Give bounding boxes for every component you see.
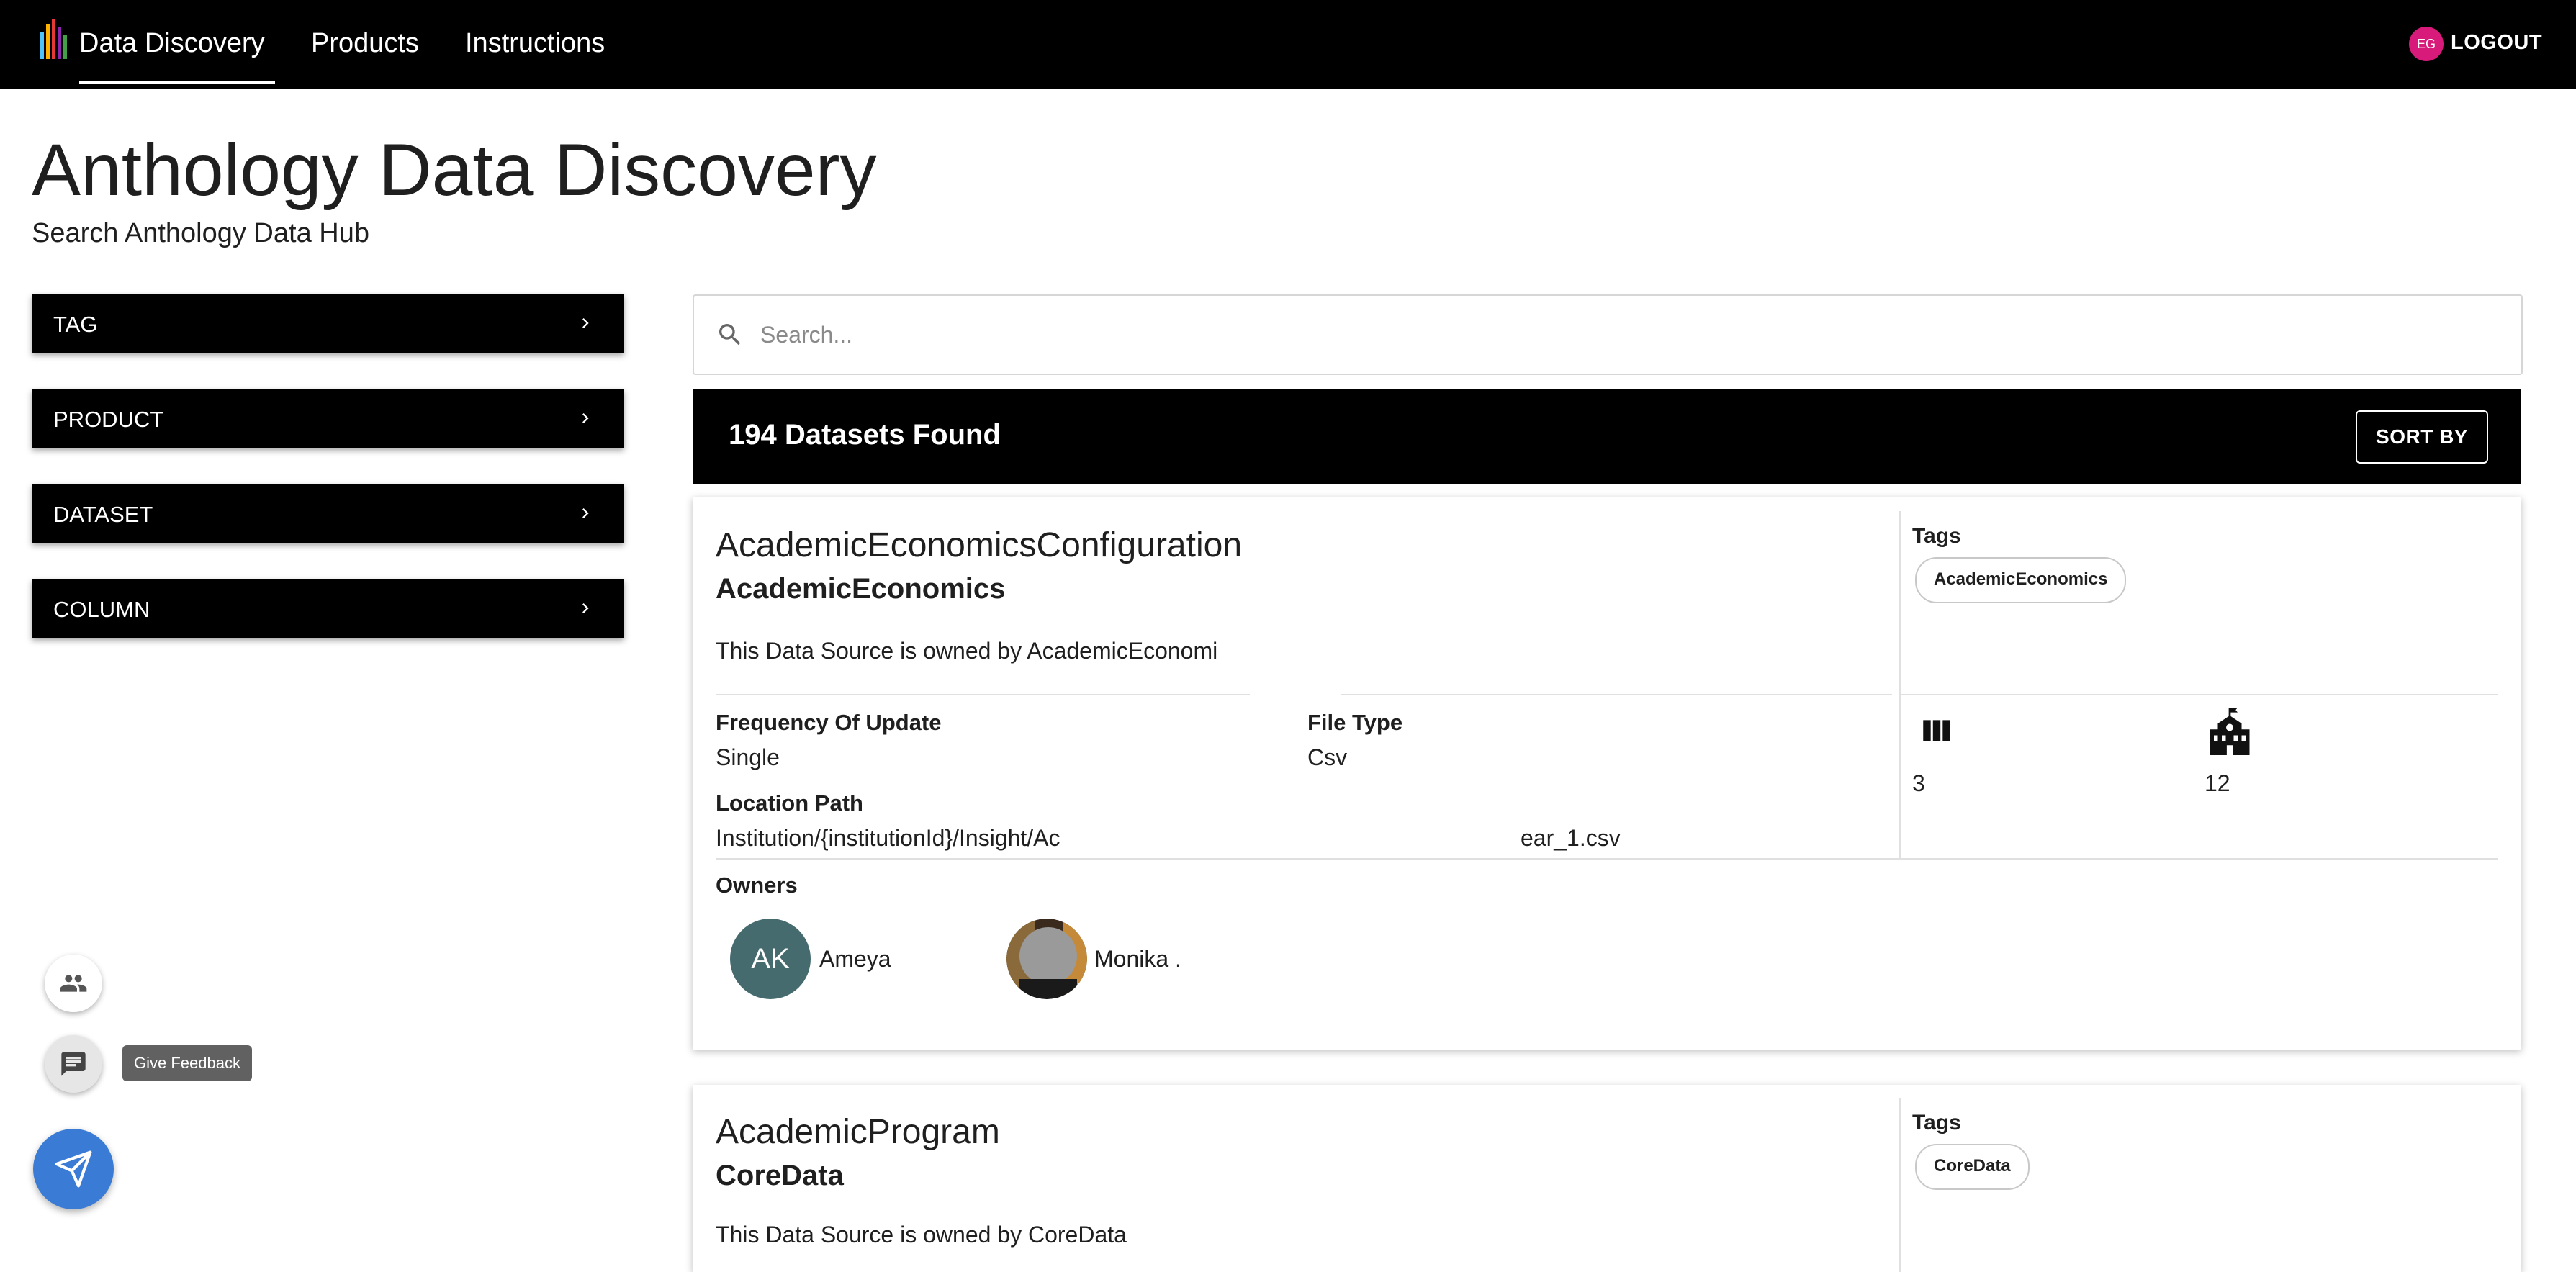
app-logo-icon[interactable] (39, 19, 71, 59)
filter-label: DATASET (53, 502, 153, 527)
institutions-count: 12 (2205, 770, 2230, 796)
search-input[interactable] (759, 313, 2490, 356)
frequency-value: Single (716, 744, 780, 770)
results-count: 194 Datasets Found (729, 419, 1001, 451)
send-fab-button[interactable] (33, 1129, 114, 1209)
people-button[interactable] (45, 955, 102, 1012)
page-title: Anthology Data Discovery (32, 129, 877, 211)
chevron-right-icon (582, 413, 589, 423)
active-tab-indicator (79, 81, 275, 84)
divider (1901, 694, 2498, 695)
dataset-product: CoreData (716, 1160, 844, 1191)
owner-photo-avatar[interactable] (1006, 919, 1087, 999)
feedback-button[interactable] (45, 1035, 102, 1093)
dataset-card[interactable]: AcademicProgram CoreData This Data Sourc… (693, 1085, 2521, 1272)
dataset-name[interactable]: AcademicEconomicsConfiguration (716, 526, 1242, 565)
feedback-tooltip: Give Feedback (122, 1045, 252, 1081)
file-type-value: Csv (1307, 744, 1348, 770)
filter-column-button[interactable]: COLUMN (32, 579, 624, 638)
user-avatar[interactable]: EG (2409, 27, 2444, 61)
chevron-right-icon (582, 318, 589, 328)
filter-label: TAG (53, 312, 98, 337)
owners-label: Owners (716, 872, 798, 898)
page-subtitle: Search Anthology Data Hub (32, 218, 369, 248)
dataset-name[interactable]: AcademicProgram (716, 1112, 1000, 1152)
filter-product-button[interactable]: PRODUCT (32, 389, 624, 448)
divider (716, 694, 1250, 695)
dataset-card[interactable]: AcademicEconomicsConfiguration AcademicE… (693, 497, 2521, 1050)
nav-instructions[interactable]: Instructions (465, 26, 605, 60)
location-path: Institution/{institutionId}/Insight/Ac (716, 825, 1060, 851)
sort-by-button[interactable]: SORT BY (2356, 410, 2488, 464)
tag-chip[interactable]: AcademicEconomics (1915, 557, 2127, 603)
location-path-end: ear_1.csv (1521, 825, 1621, 851)
chat-icon (61, 1052, 86, 1076)
results-header: 194 Datasets Found SORT BY (693, 389, 2521, 484)
columns-icon (1923, 720, 1950, 741)
owner-name: Ameya (819, 946, 891, 972)
filter-label: COLUMN (53, 597, 150, 622)
tags-label: Tags (1912, 524, 1961, 548)
divider (716, 858, 2498, 860)
chevron-right-icon (582, 603, 589, 613)
top-app-bar: Data Discovery Products Instructions EG … (0, 0, 2576, 89)
logout-button[interactable]: LOGOUT (2451, 31, 2542, 55)
divider (1899, 511, 1901, 860)
tag-chip[interactable]: CoreData (1915, 1144, 2030, 1190)
dataset-description: This Data Source is owned by CoreData (716, 1222, 1127, 1248)
people-icon (60, 975, 87, 992)
send-icon (55, 1150, 92, 1188)
nav-products[interactable]: Products (311, 26, 419, 60)
file-type-label: File Type (1307, 710, 1403, 735)
dataset-description: This Data Source is owned by AcademicEco… (716, 638, 1218, 664)
chevron-right-icon (582, 508, 589, 518)
divider (1341, 694, 1892, 695)
filter-label: PRODUCT (53, 407, 164, 432)
institution-icon (2210, 708, 2250, 755)
owner-avatar[interactable]: AK (730, 919, 811, 999)
location-label: Location Path (716, 790, 863, 816)
frequency-label: Frequency Of Update (716, 710, 942, 735)
tags-label: Tags (1912, 1111, 1961, 1135)
search-field[interactable] (693, 294, 2523, 375)
owner-name: Monika . (1094, 946, 1181, 972)
divider (1899, 1098, 1901, 1272)
nav-data-discovery[interactable]: Data Discovery (79, 26, 265, 60)
dataset-product: AcademicEconomics (716, 573, 1006, 605)
filter-tag-button[interactable]: TAG (32, 294, 624, 353)
filter-dataset-button[interactable]: DATASET (32, 484, 624, 543)
search-icon (719, 324, 741, 346)
columns-count: 3 (1912, 770, 1925, 796)
